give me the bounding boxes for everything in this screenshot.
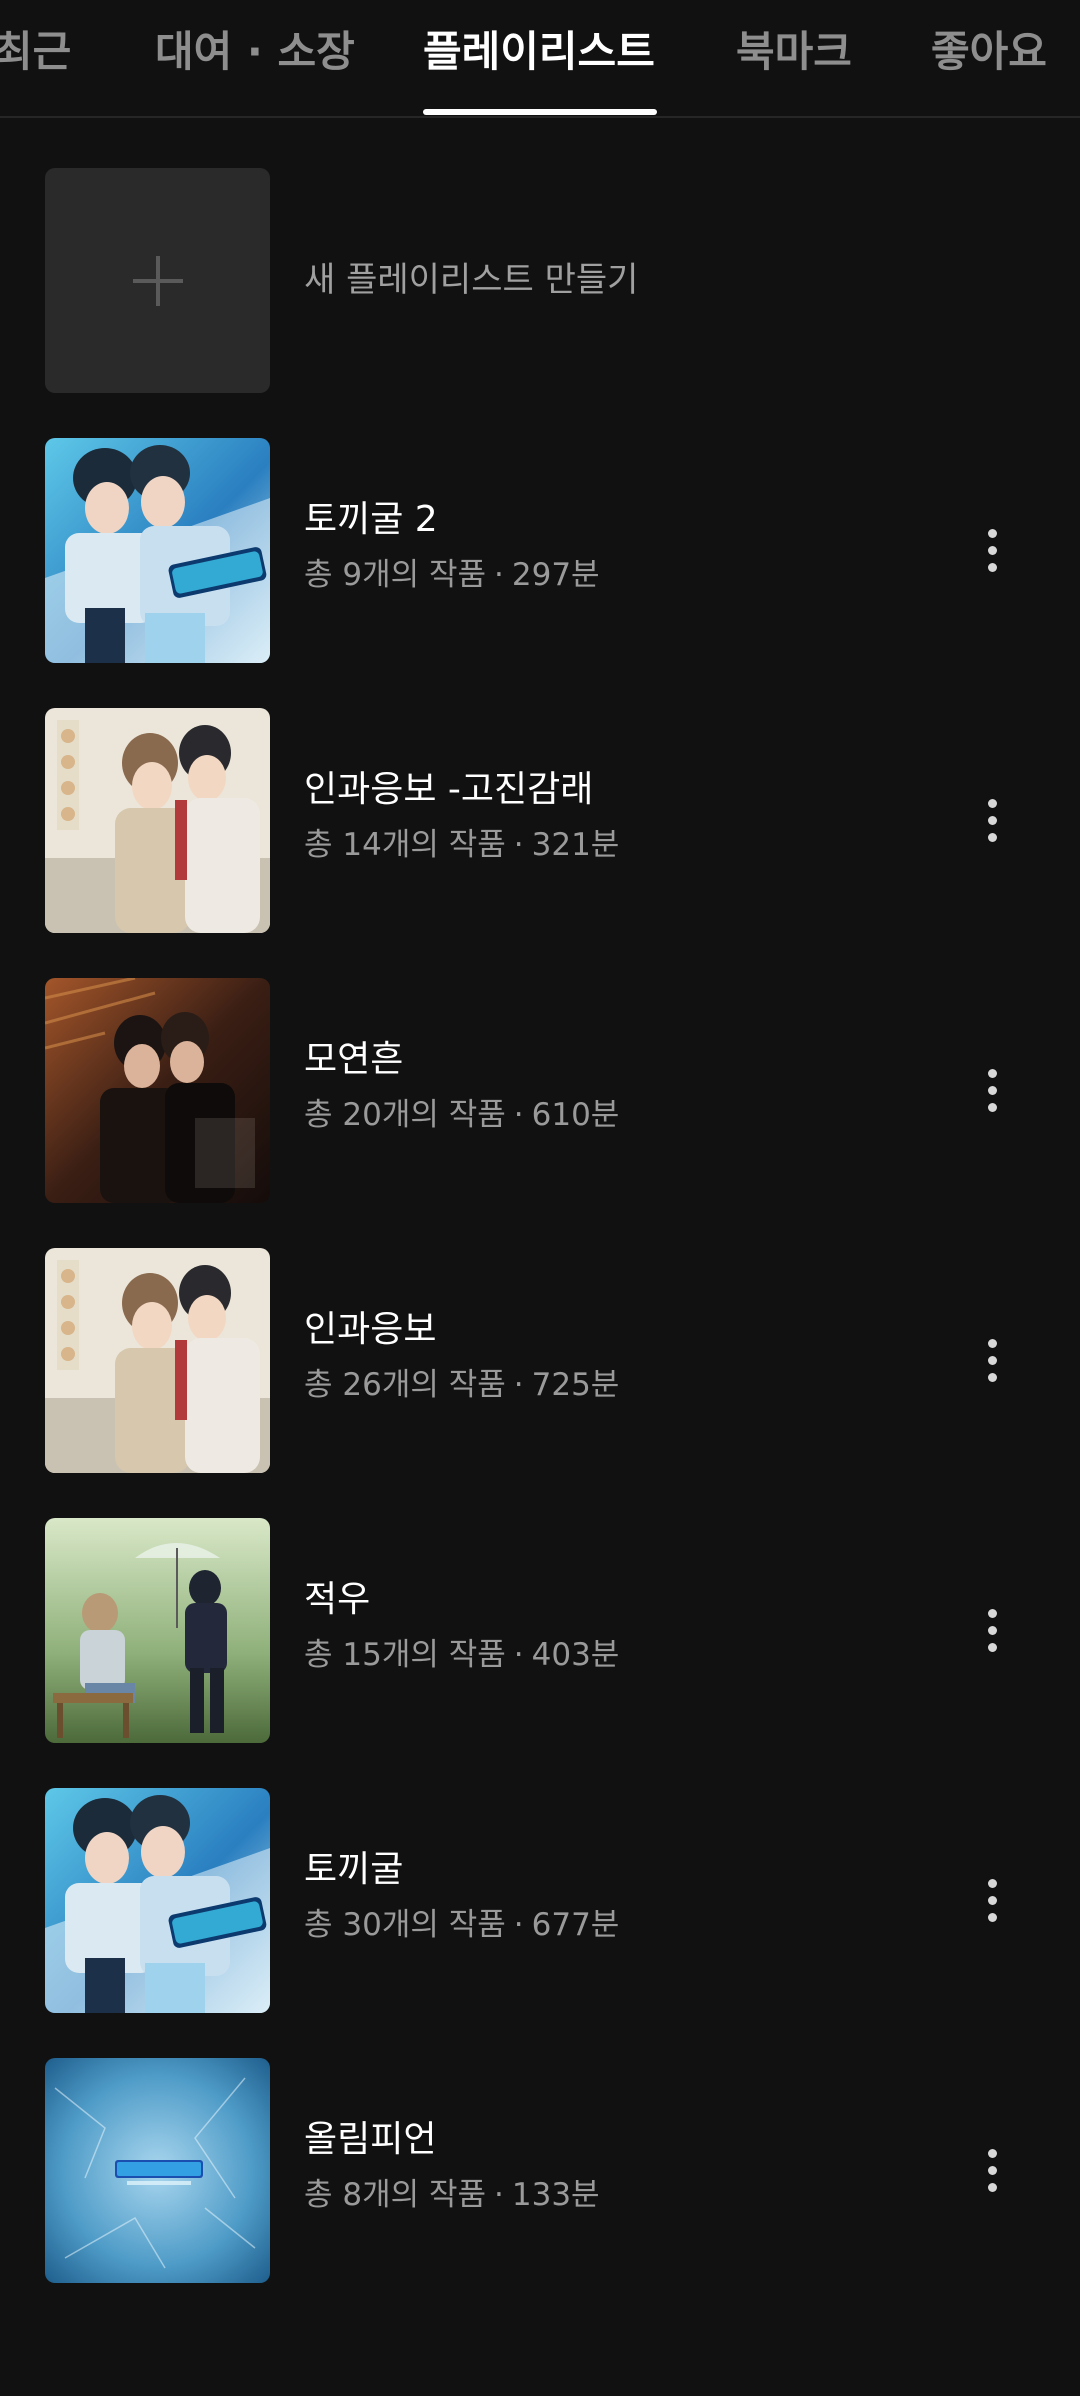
playlist-title: 인과응보 -고진감래	[304, 769, 594, 810]
playlist-count: 총 26개의 작품	[304, 1367, 506, 1403]
meta-separator: ·	[513, 827, 524, 863]
more-vertical-icon	[987, 1068, 997, 1078]
tab-bookmark[interactable]: 북마크	[736, 24, 852, 80]
playlist-duration: 725분	[531, 1367, 620, 1403]
playlist-row[interactable]: 토끼굴 총 30개의 작품 · 677분	[0, 1788, 1080, 2014]
more-options-button[interactable]	[960, 1868, 1024, 1932]
playlist-row[interactable]: 모연흔 총 20개의 작품 · 610분	[0, 978, 1080, 1204]
new-playlist-label[interactable]: 새 플레이리스트 만들기	[304, 256, 638, 304]
blue-comic-cover-art	[45, 438, 270, 663]
playlist-count: 총 20개의 작품	[304, 1097, 506, 1133]
more-options-button[interactable]	[960, 518, 1024, 582]
playlist-duration: 321분	[531, 827, 620, 863]
tab-playlist[interactable]: 플레이리스트	[423, 24, 655, 80]
new-playlist-thumb[interactable]	[45, 168, 270, 393]
playlist-duration: 610분	[531, 1097, 620, 1133]
playlist-row[interactable]: 인과응보 -고진감래 총 14개의 작품 · 321분	[0, 708, 1080, 934]
playlist-meta: 총 30개의 작품 · 677분	[304, 1904, 619, 1946]
beige-illustration-cover-art	[45, 708, 270, 933]
playlist-title: 올림피언	[304, 2119, 437, 2160]
more-options-button[interactable]	[960, 788, 1024, 852]
playlist-meta: 총 8개의 작품 · 133분	[304, 2174, 600, 2216]
playlist-meta: 총 20개의 작품 · 610분	[304, 1094, 619, 1136]
playlist-duration: 133분	[511, 2177, 600, 2213]
playlist-count: 총 9개의 작품	[304, 557, 487, 593]
playlist-cover[interactable]	[45, 1248, 270, 1473]
playlist-count: 총 8개의 작품	[304, 2177, 487, 2213]
playlist-meta: 총 14개의 작품 · 321분	[304, 824, 619, 866]
meta-separator: ·	[494, 2177, 504, 2213]
tab-rent-own[interactable]: 대여 · 소장	[155, 24, 355, 80]
tab-recent[interactable]: 최근	[0, 24, 71, 80]
more-options-button[interactable]	[960, 1058, 1024, 1122]
playlist-title: 토끼굴	[304, 1849, 404, 1890]
ice-blue-cover-art	[45, 2058, 270, 2283]
more-vertical-icon	[987, 798, 997, 808]
playlist-cover[interactable]	[45, 2058, 270, 2283]
playlist-count: 총 30개의 작품	[304, 1907, 506, 1943]
playlist-cover[interactable]	[45, 708, 270, 933]
meta-separator: ·	[513, 1367, 524, 1403]
more-vertical-icon	[987, 2148, 997, 2158]
meta-separator: ·	[494, 557, 504, 593]
more-options-button[interactable]	[960, 1328, 1024, 1392]
playlist-row[interactable]: 올림피언 총 8개의 작품 · 133분	[0, 2058, 1080, 2284]
playlist-meta: 총 26개의 작품 · 725분	[304, 1364, 619, 1406]
tab-likes[interactable]: 좋아요	[931, 24, 1047, 80]
playlist-meta: 총 9개의 작품 · 297분	[304, 554, 600, 596]
dark-brown-cover-art	[45, 978, 270, 1203]
playlist-title: 토끼굴 2	[304, 499, 438, 540]
playlist-title: 인과응보	[304, 1309, 437, 1350]
active-tab-indicator	[423, 109, 657, 115]
meta-separator: ·	[513, 1637, 524, 1673]
blue-comic-cover-art	[45, 1788, 270, 2013]
new-playlist-row[interactable]: 새 플레이리스트 만들기	[0, 168, 1080, 394]
playlist-meta: 총 15개의 작품 · 403분	[304, 1634, 619, 1676]
playlist-title: 모연흔	[304, 1039, 404, 1080]
more-vertical-icon	[987, 1878, 997, 1888]
more-options-button[interactable]	[960, 1598, 1024, 1662]
playlist-row[interactable]: 인과응보 총 26개의 작품 · 725분	[0, 1248, 1080, 1474]
playlist-duration: 403분	[531, 1637, 620, 1673]
beige-illustration-cover-art	[45, 1248, 270, 1473]
playlist-count: 총 14개의 작품	[304, 827, 506, 863]
more-options-button[interactable]	[960, 2138, 1024, 2202]
playlist-cover[interactable]	[45, 1518, 270, 1743]
tab-bar: 최근 대여 · 소장 플레이리스트 북마크 좋아요	[0, 0, 1080, 118]
playlist-count: 총 15개의 작품	[304, 1637, 506, 1673]
more-vertical-icon	[987, 1338, 997, 1348]
playlist-duration: 297분	[511, 557, 600, 593]
meta-separator: ·	[513, 1907, 524, 1943]
playlist-row[interactable]: 토끼굴 2 총 9개의 작품 · 297분	[0, 438, 1080, 664]
more-vertical-icon	[987, 1608, 997, 1618]
plus-icon	[132, 255, 183, 306]
green-rain-cover-art	[45, 1518, 270, 1743]
playlist-cover[interactable]	[45, 978, 270, 1203]
playlist-duration: 677분	[531, 1907, 620, 1943]
more-vertical-icon	[987, 528, 997, 538]
playlist-cover[interactable]	[45, 438, 270, 663]
playlist-cover[interactable]	[45, 1788, 270, 2013]
playlist-row[interactable]: 적우 총 15개의 작품 · 403분	[0, 1518, 1080, 1744]
meta-separator: ·	[513, 1097, 524, 1133]
playlist-title: 적우	[304, 1579, 371, 1620]
